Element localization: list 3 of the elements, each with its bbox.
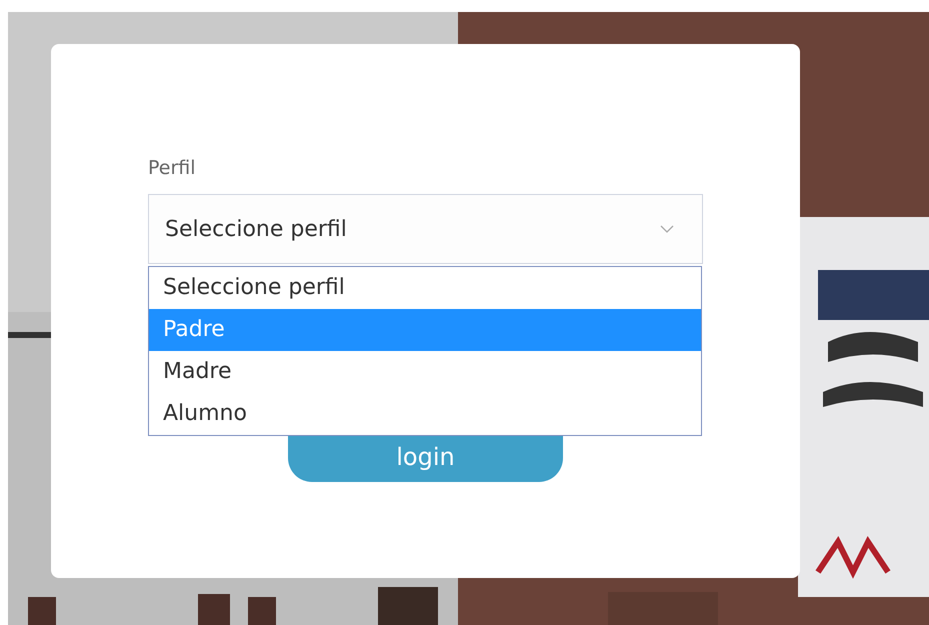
profile-select[interactable]: Seleccione perfil: [148, 194, 703, 264]
chevron-down-icon: [660, 225, 674, 233]
field-label: Perfil: [148, 156, 196, 180]
